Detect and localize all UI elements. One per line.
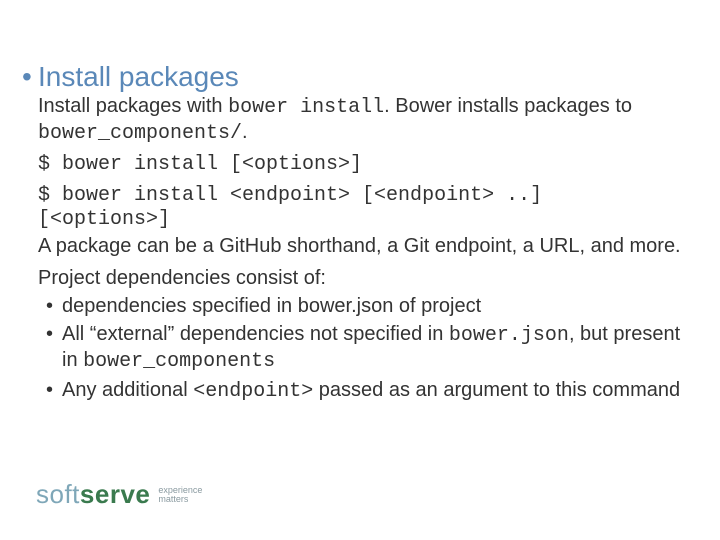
page-title: Install packages xyxy=(38,62,239,91)
dep-1-a: All “external” dependencies not specifie… xyxy=(62,323,449,345)
title-row: • Install packages xyxy=(36,62,684,92)
intro-mid: . Bower installs packages to xyxy=(384,95,632,117)
dep-2: Any additional <endpoint> passed as an a… xyxy=(62,378,684,404)
dep-1: All “external” dependencies not specifie… xyxy=(62,322,684,374)
bullet-icon: • xyxy=(46,322,62,346)
list-item: • All “external” dependencies not specif… xyxy=(46,322,684,374)
content: Install packages with bower install. Bow… xyxy=(38,94,684,404)
dep-2-b: <endpoint> xyxy=(193,380,313,403)
logo-tagline: experience matters xyxy=(158,486,202,504)
deps-intro: Project dependencies consist of: xyxy=(38,266,684,290)
title-bullet: • xyxy=(22,62,34,92)
dep-1-b: bower.json xyxy=(449,324,569,347)
intro-pre: Install packages with xyxy=(38,95,228,117)
logo-tag-2: matters xyxy=(158,494,188,504)
package-desc: A package can be a GitHub shorthand, a G… xyxy=(38,234,684,258)
bullet-icon: • xyxy=(46,378,62,402)
intro-code-1: bower install xyxy=(228,96,384,119)
deps-list: • dependencies specified in bower.json o… xyxy=(46,294,684,404)
dep-0: dependencies specified in bower.json of … xyxy=(62,294,684,318)
dep-2-a: Any additional xyxy=(62,379,193,401)
logo-serve: serve xyxy=(80,479,150,510)
dep-2-c: passed as an argument to this command xyxy=(313,379,680,401)
list-item: • dependencies specified in bower.json o… xyxy=(46,294,684,318)
command-1: $ bower install [<options>] xyxy=(38,153,684,177)
logo: softserve experience matters xyxy=(36,479,202,510)
list-item: • Any additional <endpoint> passed as an… xyxy=(46,378,684,404)
logo-soft: soft xyxy=(36,479,80,510)
intro-post: . xyxy=(242,121,248,143)
command-2: $ bower install <endpoint> [<endpoint> .… xyxy=(38,184,684,232)
intro-paragraph: Install packages with bower install. Bow… xyxy=(38,94,684,146)
dep-1-d: bower_components xyxy=(83,350,275,373)
bullet-icon: • xyxy=(46,294,62,318)
intro-code-2: bower_components/ xyxy=(38,122,242,145)
